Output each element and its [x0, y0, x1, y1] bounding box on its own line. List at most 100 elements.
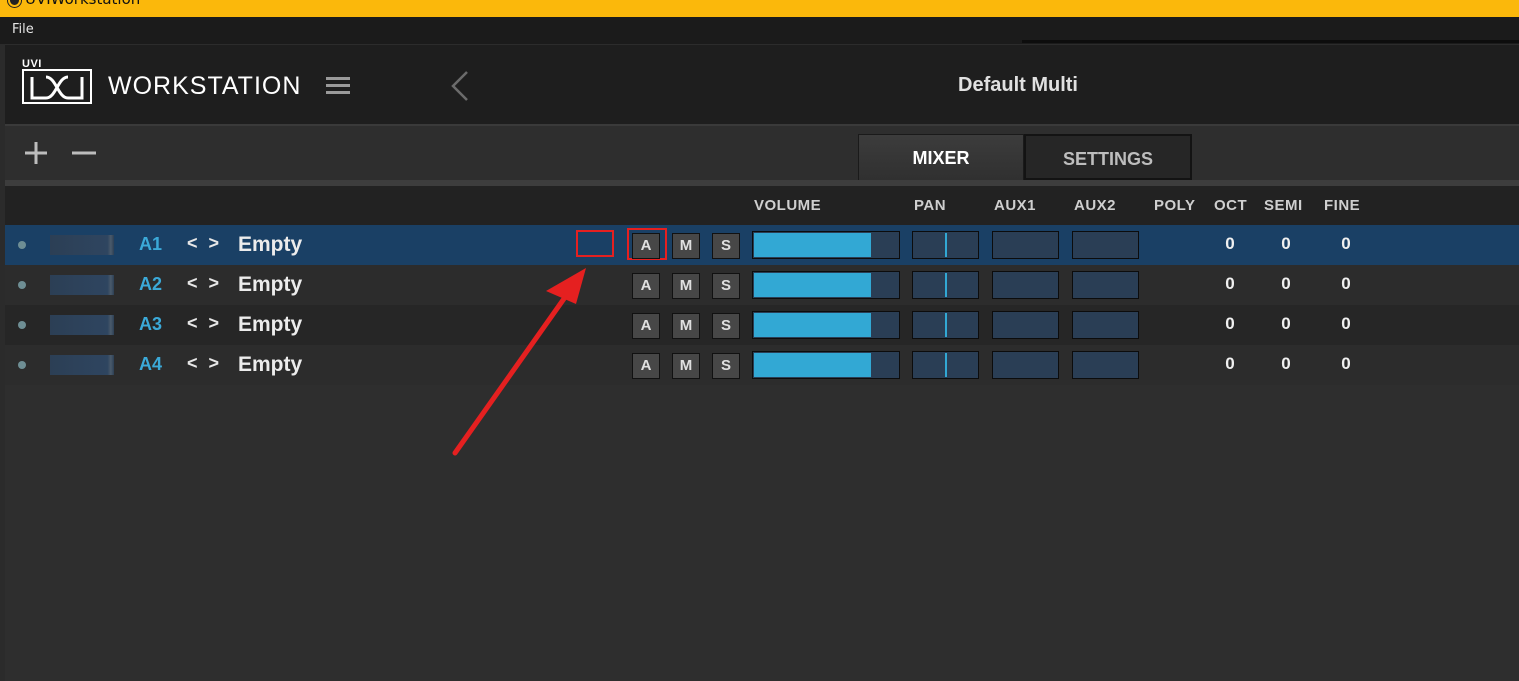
multi-name[interactable]: Default Multi: [958, 74, 1078, 97]
fine-value[interactable]: 0: [1336, 274, 1356, 294]
level-meter: [50, 275, 114, 295]
oct-value[interactable]: 0: [1220, 274, 1240, 294]
semi-value[interactable]: 0: [1276, 234, 1296, 254]
volume-slider[interactable]: [752, 351, 900, 379]
part-row-a2[interactable]: A2 < > Empty A M S 0 0 0: [5, 265, 1519, 305]
oct-value[interactable]: 0: [1220, 234, 1240, 254]
tab-settings[interactable]: SETTINGS: [1024, 134, 1192, 180]
pan-marker: [945, 273, 947, 297]
aux2-slider[interactable]: [1072, 311, 1139, 339]
fine-value[interactable]: 0: [1336, 314, 1356, 334]
col-pan: PAN: [914, 197, 947, 214]
solo-button[interactable]: S: [712, 353, 740, 379]
col-poly: POLY: [1154, 197, 1196, 214]
toolbar: MIXER SETTINGS: [5, 124, 1519, 180]
hamburger-icon[interactable]: [326, 77, 350, 95]
app-icon: [8, 0, 21, 7]
aux1-slider[interactable]: [992, 231, 1059, 259]
col-oct: OCT: [1214, 197, 1248, 214]
part-id: A4: [139, 354, 163, 374]
level-meter: [50, 315, 114, 335]
volume-fill: [754, 313, 871, 337]
volume-fill: [754, 233, 871, 257]
col-semi: SEMI: [1264, 197, 1303, 214]
column-headers: VOLUME PAN AUX1 AUX2 POLY OCT SEMI FINE: [5, 186, 1519, 225]
menu-file[interactable]: File: [12, 22, 34, 37]
pan-marker: [945, 233, 947, 257]
pan-marker: [945, 313, 947, 337]
activity-led: [18, 361, 26, 369]
window-title: UVIWorkstation: [25, 0, 140, 8]
aux2-slider[interactable]: [1072, 271, 1139, 299]
window-edge: [1022, 40, 1519, 43]
solo-button[interactable]: S: [712, 233, 740, 259]
brand-title: WORKSTATION: [108, 72, 302, 100]
program-nav-arrows[interactable]: < >: [187, 313, 222, 334]
level-meter: [50, 235, 114, 255]
program-nav-arrows[interactable]: < >: [187, 273, 222, 294]
program-name[interactable]: Empty: [238, 233, 302, 257]
a-button[interactable]: A: [632, 353, 660, 379]
part-id: A1: [139, 234, 163, 254]
activity-led: [18, 321, 26, 329]
program-nav-arrows[interactable]: < >: [187, 353, 222, 374]
mute-button[interactable]: M: [672, 273, 700, 299]
col-aux2: AUX2: [1074, 197, 1117, 214]
a-button[interactable]: A: [632, 233, 660, 259]
solo-button[interactable]: S: [712, 313, 740, 339]
annotation-highlight-box: [576, 230, 614, 257]
pan-slider[interactable]: [912, 311, 979, 339]
volume-fill: [754, 273, 871, 297]
logo-infinity-icon: [30, 75, 84, 100]
volume-slider[interactable]: [752, 271, 900, 299]
col-fine: FINE: [1324, 197, 1361, 214]
app-header: UVI WORKSTATION Default Multi: [5, 44, 1519, 124]
fine-value[interactable]: 0: [1336, 354, 1356, 374]
program-nav-arrows[interactable]: < >: [187, 233, 222, 254]
program-name[interactable]: Empty: [238, 353, 302, 377]
semi-value[interactable]: 0: [1276, 354, 1296, 374]
part-row-a3[interactable]: A3 < > Empty A M S 0 0 0: [5, 305, 1519, 345]
col-volume: VOLUME: [754, 197, 822, 214]
activity-led: [18, 241, 26, 249]
window-titlebar: UVIWorkstation: [0, 0, 1519, 17]
mute-button[interactable]: M: [672, 353, 700, 379]
part-row-a4[interactable]: A4 < > Empty A M S 0 0 0: [5, 345, 1519, 385]
oct-value[interactable]: 0: [1220, 314, 1240, 334]
mute-button[interactable]: M: [672, 313, 700, 339]
solo-button[interactable]: S: [712, 273, 740, 299]
pan-slider[interactable]: [912, 271, 979, 299]
empty-parts-area: [5, 385, 1519, 681]
pan-marker: [945, 353, 947, 377]
pan-slider[interactable]: [912, 351, 979, 379]
volume-fill: [754, 353, 871, 377]
minus-icon[interactable]: [71, 140, 97, 166]
pan-slider[interactable]: [912, 231, 979, 259]
aux1-slider[interactable]: [992, 271, 1059, 299]
program-name[interactable]: Empty: [238, 313, 302, 337]
oct-value[interactable]: 0: [1220, 354, 1240, 374]
semi-value[interactable]: 0: [1276, 314, 1296, 334]
aux2-slider[interactable]: [1072, 351, 1139, 379]
part-id: A3: [139, 314, 163, 334]
volume-slider[interactable]: [752, 231, 900, 259]
volume-slider[interactable]: [752, 311, 900, 339]
tab-mixer[interactable]: MIXER: [858, 134, 1024, 180]
part-row-a1[interactable]: A1 < > Empty A M S 0 0 0: [5, 225, 1519, 265]
col-aux1: AUX1: [994, 197, 1037, 214]
uvi-logo: UVI: [22, 58, 94, 108]
plus-icon[interactable]: [23, 140, 49, 166]
semi-value[interactable]: 0: [1276, 274, 1296, 294]
aux2-slider[interactable]: [1072, 231, 1139, 259]
activity-led: [18, 281, 26, 289]
level-meter: [50, 355, 114, 375]
aux1-slider[interactable]: [992, 311, 1059, 339]
mute-button[interactable]: M: [672, 233, 700, 259]
fine-value[interactable]: 0: [1336, 234, 1356, 254]
program-name[interactable]: Empty: [238, 273, 302, 297]
chevron-left-icon[interactable]: [449, 70, 471, 102]
a-button[interactable]: A: [632, 273, 660, 299]
a-button[interactable]: A: [632, 313, 660, 339]
aux1-slider[interactable]: [992, 351, 1059, 379]
part-id: A2: [139, 274, 163, 294]
